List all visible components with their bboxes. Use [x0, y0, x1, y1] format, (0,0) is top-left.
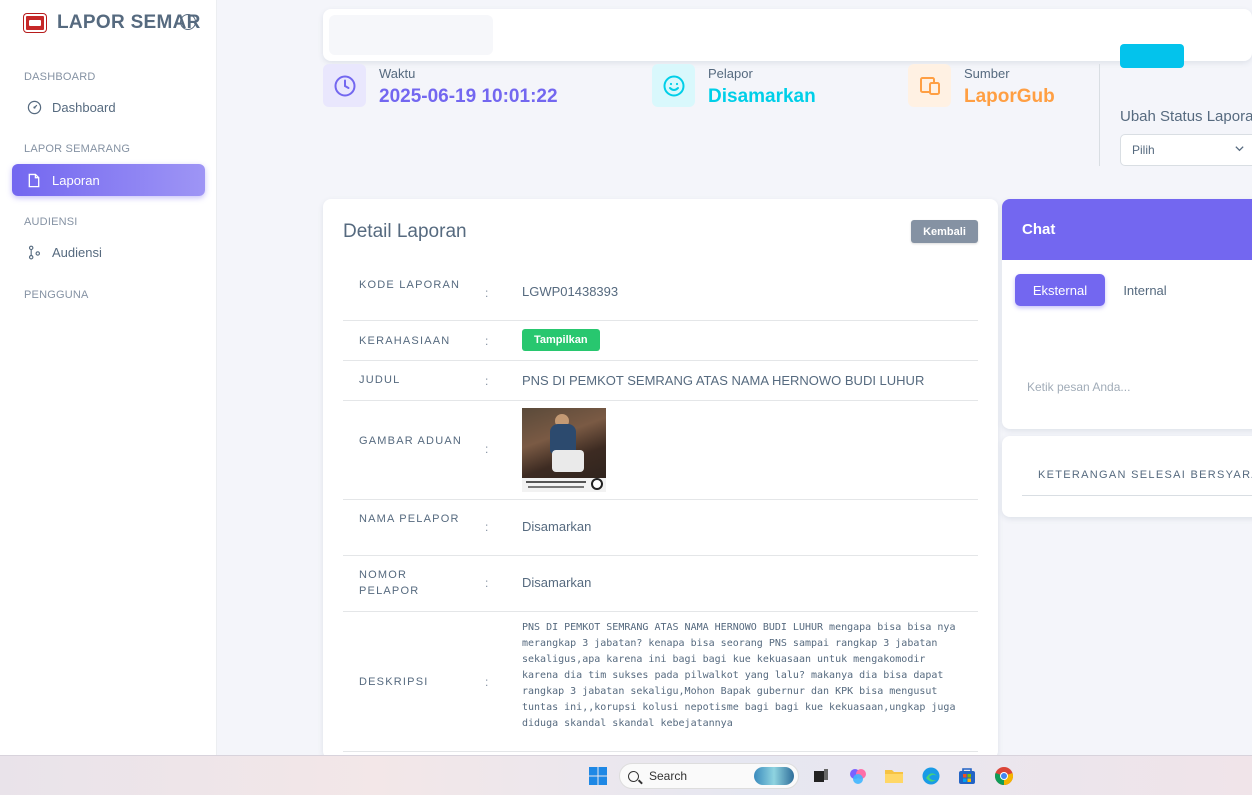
detail-row-kode: KODE LAPORAN : LGWP01438393: [343, 265, 978, 321]
stat-value: Disamarkan: [708, 86, 816, 107]
row-key: GAMBAR ADUAN: [359, 435, 463, 447]
row-colon: :: [485, 576, 489, 590]
row-key: NOMOR PELAPOR: [359, 569, 420, 597]
menu-header-audiensi: AUDIENSI: [24, 216, 78, 228]
row-value: PNS DI PEMKOT SEMRANG ATAS NAMA HERNOWO …: [522, 373, 925, 388]
divider: [1099, 64, 1100, 166]
chat-card: Chat Eksternal Internal Ketik pesan Anda…: [1002, 199, 1252, 429]
edge-icon[interactable]: [920, 765, 942, 787]
search-highlight-icon: [754, 767, 794, 785]
sidebar-item-label: Dashboard: [52, 99, 116, 115]
detail-row-gambar: GAMBAR ADUAN :: [343, 401, 978, 500]
devices-icon: [908, 64, 951, 107]
task-view-icon[interactable]: [810, 765, 832, 787]
status-select-value: Pilih: [1132, 143, 1155, 157]
tab-internal[interactable]: Internal: [1110, 274, 1180, 306]
navbar-search-placeholder[interactable]: [329, 15, 493, 55]
row-colon: :: [485, 442, 489, 456]
detail-row-judul: JUDUL : PNS DI PEMKOT SEMRANG ATAS NAMA …: [343, 361, 978, 401]
chevron-down-icon: [1234, 143, 1245, 157]
row-colon: :: [485, 374, 489, 388]
detail-row-nama: NAMA PELAPOR : Disamarkan: [343, 500, 978, 556]
taskbar: Search: [0, 755, 1252, 795]
menu-header-pengguna: PENGGUNA: [24, 289, 89, 301]
tab-eksternal[interactable]: Eksternal: [1015, 274, 1105, 306]
row-value: Disamarkan: [522, 519, 592, 534]
keterangan-title: KETERANGAN SELESAI BERSYARAT: [1038, 469, 1252, 481]
clock-icon: [323, 64, 366, 107]
action-button[interactable]: [1120, 44, 1184, 68]
stat-value: 2025-06-19 10:01:22: [379, 86, 558, 107]
sidebar-item-label: Laporan: [52, 172, 100, 188]
chat-title: Chat: [1002, 199, 1252, 260]
stat-value: LaporGub: [964, 86, 1055, 107]
brand[interactable]: LAPOR SEMAR: [24, 12, 201, 34]
stat-pelapor: Pelapor Disamarkan: [652, 64, 816, 108]
back-button[interactable]: Kembali: [911, 220, 978, 243]
file-icon: [26, 172, 42, 188]
detail-card: Detail Laporan Kembali KODE LAPORAN : LG…: [323, 199, 998, 759]
detail-row-nomor: NOMOR PELAPOR : Disamarkan: [343, 556, 978, 612]
keterangan-card: KETERANGAN SELESAI BERSYARAT: [1002, 436, 1252, 517]
taskbar-search-label: Search: [649, 769, 688, 783]
sidebar-item-audiensi[interactable]: Audiensi: [12, 236, 205, 268]
windows-start-icon[interactable]: [587, 765, 609, 787]
card-title: Detail Laporan: [343, 221, 467, 242]
gauge-icon: [26, 99, 42, 115]
taskbar-search[interactable]: Search: [619, 763, 799, 789]
stat-label: Sumber: [964, 66, 1010, 81]
status-select[interactable]: Pilih: [1120, 134, 1252, 166]
menu-header-dashboard: DASHBOARD: [24, 71, 96, 83]
smile-icon: [652, 64, 695, 107]
menu-header-lapor: LAPOR SEMARANG: [24, 143, 131, 155]
row-key: KERAHASIAAN: [359, 335, 451, 347]
chrome-icon[interactable]: [993, 765, 1015, 787]
row-value: LGWP01438393: [522, 284, 619, 299]
chat-message-input[interactable]: Ketik pesan Anda...: [1027, 380, 1130, 394]
row-colon: :: [485, 675, 489, 689]
row-key: NAMA PELAPOR: [359, 513, 460, 525]
sidebar-item-dashboard[interactable]: Dashboard: [12, 91, 205, 123]
status-badge: Tampilkan: [522, 329, 600, 351]
file-explorer-icon[interactable]: [883, 765, 905, 787]
stat-sumber: Sumber LaporGub: [908, 64, 1055, 108]
divider: [1022, 495, 1252, 496]
stat-label: Pelapor: [708, 66, 753, 81]
stat-waktu: Waktu 2025-06-19 10:01:22: [323, 64, 558, 108]
sidebar: LAPOR SEMAR DASHBOARD Dashboard LAPOR SE…: [0, 0, 217, 755]
sidebar-item-laporan[interactable]: Laporan: [12, 164, 205, 196]
stat-label: Waktu: [379, 66, 416, 81]
branch-icon: [26, 244, 42, 260]
complaint-image[interactable]: [522, 408, 606, 492]
row-value: Disamarkan: [522, 575, 592, 590]
row-key: KODE LAPORAN: [359, 279, 461, 291]
row-colon: :: [485, 334, 489, 348]
status-label: Ubah Status Laporan: [1120, 108, 1252, 125]
top-navbar: [323, 9, 1252, 61]
brand-logo-icon: [24, 14, 46, 32]
row-colon: :: [485, 520, 489, 534]
store-icon[interactable]: [956, 765, 978, 787]
detail-row-deskripsi: DESKRIPSI : PNS DI PEMKOT SEMRANG ATAS N…: [343, 612, 978, 752]
row-colon: :: [485, 286, 489, 300]
description-text: PNS DI PEMKOT SEMRANG ATAS NAMA HERNOWO …: [522, 622, 956, 729]
sidebar-item-label: Audiensi: [52, 244, 102, 260]
copilot-icon[interactable]: [847, 765, 869, 787]
sidebar-toggle-icon[interactable]: [180, 14, 196, 30]
search-icon: [628, 770, 639, 782]
detail-row-kerahasiaan: KERAHASIAAN : Tampilkan: [343, 321, 978, 361]
row-key: DESKRIPSI: [359, 676, 429, 688]
row-key: JUDUL: [359, 374, 401, 386]
